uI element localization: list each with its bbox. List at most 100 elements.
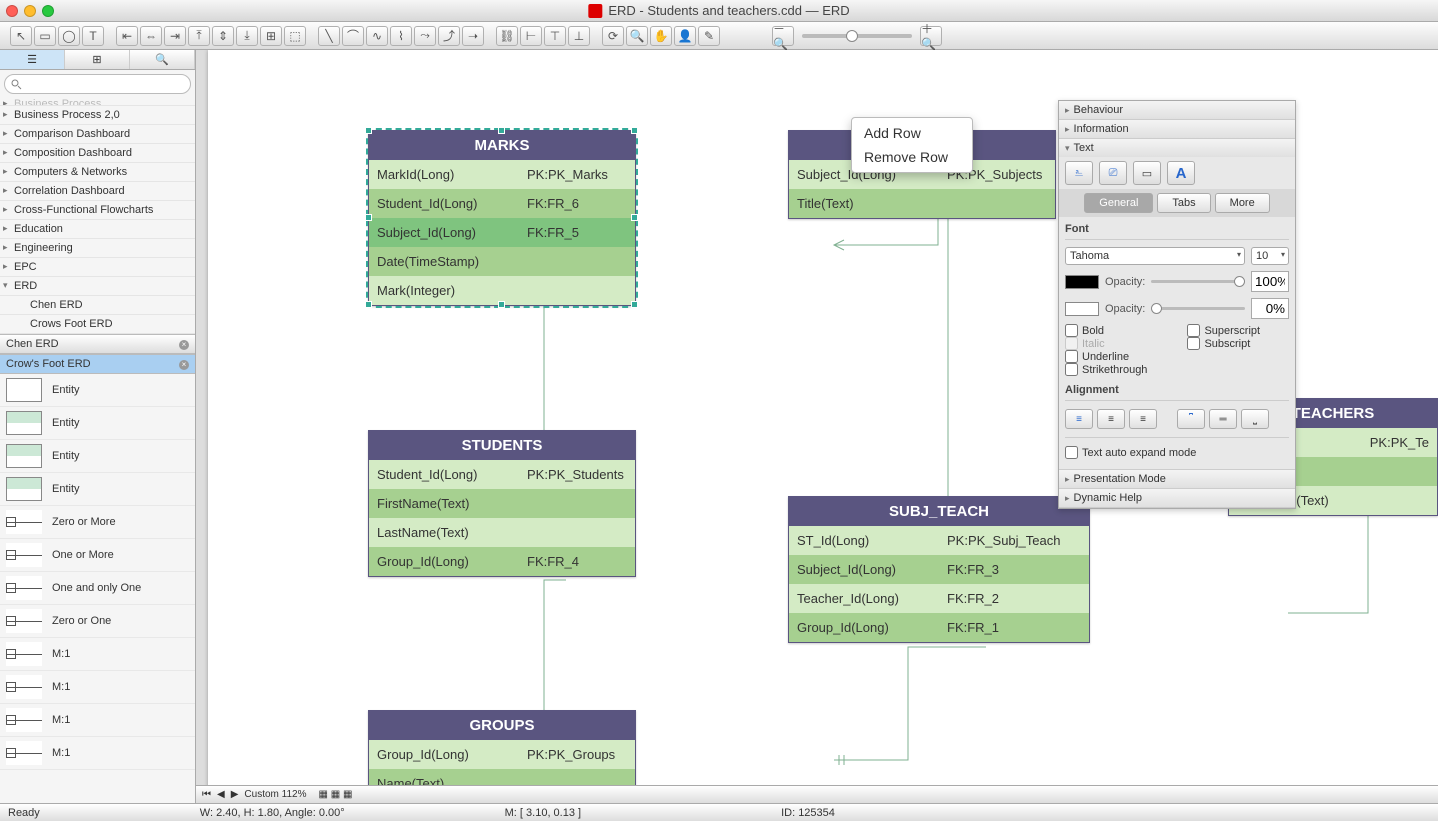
entity-row[interactable]: Group_Id(Long)FK:FR_4 [369, 547, 635, 576]
line-tool[interactable]: ╲ [318, 26, 340, 46]
library-open-tab[interactable]: Chen ERD× [0, 334, 195, 354]
selection-handle[interactable] [631, 301, 638, 308]
entity-marks[interactable]: MARKSMarkId(Long)PK:PK_MarksStudent_Id(L… [368, 130, 636, 306]
entity-row[interactable]: Subject_Id(Long)FK:FR_3 [789, 555, 1089, 584]
inspector-help-header[interactable]: Dynamic Help [1059, 489, 1295, 507]
tree-item[interactable]: ERD [0, 277, 195, 296]
selection-handle[interactable] [631, 127, 638, 134]
tree-item[interactable]: Composition Dashboard [0, 144, 195, 163]
nav-prev-icon[interactable]: ◀ [217, 789, 225, 800]
refresh-tool[interactable]: ⟳ [602, 26, 624, 46]
tree-item[interactable]: Education [0, 220, 195, 239]
menu-add-row[interactable]: Add Row [852, 121, 972, 145]
shape-item[interactable]: Zero or More [0, 506, 195, 539]
text-color-swatch[interactable] [1065, 275, 1099, 289]
align-right-tool[interactable]: ⇥ [164, 26, 186, 46]
align-middle-tool[interactable]: ⇕ [212, 26, 234, 46]
valign-bottom-button[interactable]: ⎵ [1241, 409, 1269, 429]
zoom-in-button[interactable]: ＋🔍 [920, 26, 942, 46]
entity-row[interactable]: Title(Text) [789, 189, 1055, 218]
align-left-button[interactable]: ≡ [1065, 409, 1093, 429]
align-top-tool[interactable]: ⤒ [188, 26, 210, 46]
shape-item[interactable]: Entity [0, 473, 195, 506]
shape-item[interactable]: Zero or One [0, 605, 195, 638]
text-opacity-slider[interactable] [1151, 280, 1245, 283]
superscript-checkbox[interactable] [1187, 324, 1200, 337]
edit-tool[interactable]: ✎ [698, 26, 720, 46]
shape-item[interactable]: Entity [0, 407, 195, 440]
library-tab-tree[interactable]: ☰ [0, 50, 65, 69]
bg-opacity-input[interactable] [1251, 298, 1289, 319]
tree-item[interactable]: Comparison Dashboard [0, 125, 195, 144]
tree-item[interactable]: Cross-Functional Flowcharts [0, 201, 195, 220]
entity-row[interactable]: Group_Id(Long)FK:FR_1 [789, 613, 1089, 642]
close-icon[interactable]: × [179, 340, 189, 350]
selection-handle[interactable] [365, 127, 372, 134]
shape-item[interactable]: M:1 [0, 638, 195, 671]
align-left-tool[interactable]: ⇤ [116, 26, 138, 46]
font-size-select[interactable]: 10 [1251, 247, 1289, 265]
selection-handle[interactable] [365, 214, 372, 221]
distribute-tool[interactable]: ⊞ [260, 26, 282, 46]
entity-row[interactable]: Date(TimeStamp) [369, 247, 635, 276]
menu-remove-row[interactable]: Remove Row [852, 145, 972, 169]
shape-item[interactable]: M:1 [0, 737, 195, 770]
entity-row[interactable]: MarkId(Long)PK:PK_Marks [369, 160, 635, 189]
arc-tool[interactable]: ⌒ [342, 26, 364, 46]
inspector-text-header[interactable]: Text [1059, 139, 1295, 157]
text-tool[interactable]: T [82, 26, 104, 46]
entity-subj_teach[interactable]: SUBJ_TEACHST_Id(Long)PK:PK_Subj_TeachSub… [788, 496, 1090, 643]
entity-row[interactable]: LastName(Text) [369, 518, 635, 547]
chain-tool[interactable]: ⛓ [496, 26, 518, 46]
rectangle-tool[interactable]: ▭ [34, 26, 56, 46]
nav-next-icon[interactable]: ▶ [231, 789, 239, 800]
entity-row[interactable]: Teacher_Id(Long)FK:FR_2 [789, 584, 1089, 613]
align-center-button[interactable]: ≡ [1097, 409, 1125, 429]
bg-color-swatch[interactable] [1065, 302, 1099, 316]
inspector-information-header[interactable]: Information [1059, 120, 1295, 138]
strike-checkbox[interactable] [1065, 363, 1078, 376]
selection-handle[interactable] [498, 301, 505, 308]
selection-handle[interactable] [498, 127, 505, 134]
close-icon[interactable]: × [179, 360, 189, 370]
tree-item[interactable]: Engineering [0, 239, 195, 258]
text-underline-icon[interactable]: ⎁ [1065, 161, 1093, 185]
hand-tool[interactable]: ✋ [650, 26, 672, 46]
entity-row[interactable]: Subject_Id(Long)FK:FR_5 [369, 218, 635, 247]
entity-row[interactable]: FirstName(Text) [369, 489, 635, 518]
zoom-display[interactable]: Custom 112% [244, 789, 306, 800]
font-family-select[interactable]: Tahoma [1065, 247, 1245, 265]
align-bottom-tool[interactable]: ⤓ [236, 26, 258, 46]
tree-v-tool[interactable]: ⊤ [544, 26, 566, 46]
text-font-icon[interactable]: A [1167, 161, 1195, 185]
shape-item[interactable]: M:1 [0, 704, 195, 737]
zoom-slider[interactable] [802, 34, 912, 38]
autoexpand-checkbox[interactable] [1065, 446, 1078, 459]
user-tool[interactable]: 👤 [674, 26, 696, 46]
ellipse-tool[interactable]: ◯ [58, 26, 80, 46]
valign-top-button[interactable]: ⎴ [1177, 409, 1205, 429]
library-search-input[interactable] [4, 74, 191, 94]
entity-row[interactable]: Student_Id(Long)PK:PK_Students [369, 460, 635, 489]
tree-item[interactable]: Business Process [0, 98, 195, 106]
shape-item[interactable]: One or More [0, 539, 195, 572]
inspector-tab-general[interactable]: General [1084, 193, 1153, 213]
inspector-behaviour-header[interactable]: Behaviour [1059, 101, 1295, 119]
library-tab-grid[interactable]: ⊞ [65, 50, 130, 69]
library-open-tab[interactable]: Crow's Foot ERD× [0, 354, 195, 374]
entity-row[interactable]: Group_Id(Long)PK:PK_Groups [369, 740, 635, 769]
zoom-window-button[interactable] [42, 5, 54, 17]
shape-item[interactable]: Entity [0, 440, 195, 473]
close-window-button[interactable] [6, 5, 18, 17]
inspector-tab-tabs[interactable]: Tabs [1157, 193, 1210, 213]
connector-tool[interactable]: ⤳ [414, 26, 436, 46]
text-highlight-icon[interactable]: ⎚ [1099, 161, 1127, 185]
smart-connector-tool[interactable]: ⤴ [438, 26, 460, 46]
tree-item[interactable]: Correlation Dashboard [0, 182, 195, 201]
inspector-tab-more[interactable]: More [1215, 193, 1270, 213]
align-center-tool[interactable]: ⇔ [140, 26, 162, 46]
selection-handle[interactable] [365, 301, 372, 308]
tree-item[interactable]: EPC [0, 258, 195, 277]
text-opacity-input[interactable] [1251, 271, 1289, 292]
inspector-presentation-header[interactable]: Presentation Mode [1059, 470, 1295, 488]
